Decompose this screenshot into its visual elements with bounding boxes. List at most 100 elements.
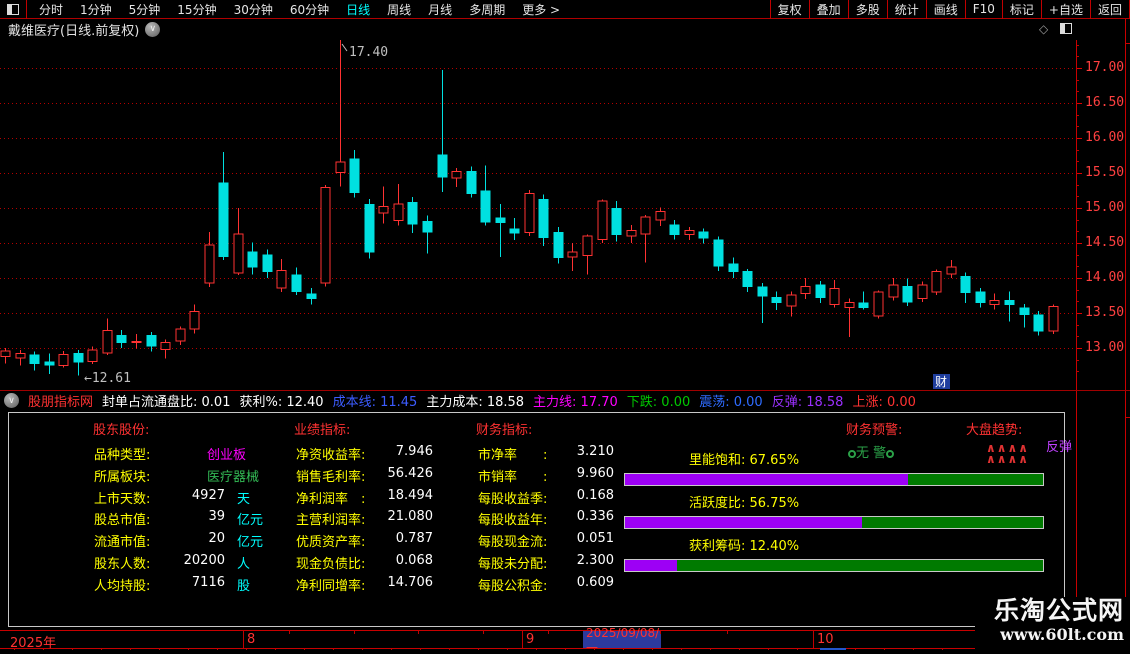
gauge-bar-2	[624, 559, 1044, 572]
col3-value-0: 3.210	[519, 444, 614, 459]
candle-3	[45, 354, 54, 375]
candle-48	[699, 229, 708, 244]
gauge-label-1: 活跃度比: 56.75%	[689, 492, 799, 511]
col1-label-2: 上市天数:	[94, 488, 150, 507]
period-tab-9[interactable]: 多周期	[469, 1, 505, 18]
col3-value-3: 0.336	[519, 509, 614, 524]
toolbar-button-4[interactable]: 画线	[926, 0, 965, 19]
collapse-indicator-icon[interactable]: ∨	[4, 393, 19, 408]
candle-14	[205, 232, 214, 287]
diamond-icon[interactable]: ◇	[1039, 22, 1048, 36]
col1-label-1: 所属板块:	[94, 466, 150, 485]
candle-63	[918, 282, 927, 303]
candle-68	[990, 294, 999, 310]
period-tab-10[interactable]: 更多 >	[522, 1, 560, 18]
indicator-source: 股朋指标网	[28, 391, 93, 410]
candle-18	[263, 250, 272, 279]
timeline-separator	[522, 630, 523, 648]
col1-unit-4: 亿元	[237, 531, 263, 550]
toolbar: 分时 1分钟 5分钟 15分钟 30分钟 60分钟日线周线月线多周期更多 > 复权叠加多股…	[0, 0, 1130, 19]
col2-value-5: 0.068	[343, 553, 433, 568]
frame-stub-top	[1125, 43, 1130, 44]
candle-21	[307, 288, 316, 305]
col1-value-5: 20200	[149, 553, 225, 568]
period-tab-4[interactable]: 30分钟	[234, 1, 273, 18]
chevron-down-icon[interactable]: ∨	[145, 22, 160, 37]
candle-7	[103, 319, 112, 356]
status-field-8: 上涨: 0.00	[852, 391, 915, 410]
candle-60	[874, 291, 883, 319]
candle-52	[758, 283, 767, 323]
period-tab-1[interactable]: 1分钟	[80, 1, 112, 18]
candle-25	[365, 199, 374, 259]
candle-6	[88, 347, 97, 365]
trend-carets-2: ∧∧∧∧	[986, 454, 1029, 465]
selected-date-cell[interactable]: 2025/09/08/—	[583, 631, 661, 648]
candle-34	[496, 204, 505, 257]
watermark: 乐淘公式网 www.60lt.com	[975, 597, 1130, 650]
candle-29	[423, 216, 432, 254]
timeline-month-10: 10	[817, 632, 834, 647]
gauge-bar-1	[624, 516, 1044, 529]
period-tab-7[interactable]: 周线	[387, 1, 411, 18]
candle-58	[845, 299, 854, 338]
timeline-month-8: 8	[247, 632, 255, 647]
candle-55	[801, 278, 810, 299]
alert-header: 财务预警:	[846, 419, 902, 438]
candle-62	[903, 279, 912, 307]
indicator-status-bar: ∨ 股朋指标网 封单占流通盘比: 0.01获利%: 12.40成本线: 11.4…	[0, 391, 1064, 410]
period-tab-2[interactable]: 5分钟	[129, 1, 161, 18]
toolbar-button-1[interactable]: 叠加	[809, 0, 848, 19]
period-tab-8[interactable]: 月线	[428, 1, 452, 18]
col3-value-4: 0.051	[519, 531, 614, 546]
col3-value-5: 2.300	[519, 553, 614, 568]
toolbar-button-5[interactable]: F10	[965, 0, 1002, 19]
candle-44	[641, 215, 650, 263]
col2-value-4: 0.787	[343, 531, 433, 546]
candle-33	[481, 166, 490, 226]
candle-27	[394, 184, 403, 226]
toolbar-button-2[interactable]: 多股	[848, 0, 887, 19]
period-tab-6[interactable]: 日线	[346, 1, 370, 18]
timeline-tick	[660, 630, 661, 634]
axis-border-line	[1076, 40, 1077, 598]
gauge-fill-0	[625, 474, 908, 485]
toolbar-button-3[interactable]: 统计	[887, 0, 926, 19]
window-menu-button[interactable]	[0, 0, 27, 19]
col3-header: 财务指标:	[476, 419, 532, 438]
col1-value-6: 7116	[149, 575, 225, 590]
toolbar-button-6[interactable]: 标记	[1002, 0, 1041, 19]
candle-45	[656, 208, 665, 227]
candle-31	[452, 168, 461, 187]
status-field-5: 下跌: 0.00	[627, 391, 690, 410]
col1-unit-3: 亿元	[237, 509, 263, 528]
candle-47	[685, 227, 694, 240]
period-tab-3[interactable]: 15分钟	[177, 1, 216, 18]
candlestick-chart[interactable]: 17.40←12.61财	[0, 40, 1076, 390]
timeline-tick	[354, 630, 355, 634]
col3-value-6: 0.609	[519, 575, 614, 590]
finance-tag[interactable]: 财	[933, 374, 950, 389]
timeline-separator	[813, 630, 814, 648]
toolbar-button-7[interactable]: +自选	[1041, 0, 1090, 19]
toolbar-button-0[interactable]: 复权	[770, 0, 809, 19]
toolbar-button-8[interactable]: 返回	[1090, 0, 1130, 19]
toolbar-right-buttons: 复权叠加多股统计画线F10标记+自选返回	[770, 0, 1130, 19]
candle-2	[30, 352, 39, 371]
candle-51	[743, 269, 752, 292]
gauge-fill-2	[625, 560, 677, 571]
candle-1	[16, 350, 25, 366]
axis-label-14.50: 14.50	[1085, 235, 1129, 250]
timeline-separator	[243, 630, 244, 648]
candle-49	[714, 237, 723, 272]
high-annotation: 17.40	[349, 45, 388, 60]
period-tab-5[interactable]: 60分钟	[290, 1, 329, 18]
window-split-icon[interactable]	[1060, 23, 1072, 34]
candle-15	[219, 152, 228, 260]
candle-8	[117, 330, 126, 348]
period-tab-0[interactable]: 分时	[39, 1, 63, 18]
candle-41	[598, 200, 607, 244]
col1-unit-5: 人	[237, 553, 250, 572]
timeline-tick	[483, 630, 484, 634]
candle-70	[1020, 304, 1029, 328]
